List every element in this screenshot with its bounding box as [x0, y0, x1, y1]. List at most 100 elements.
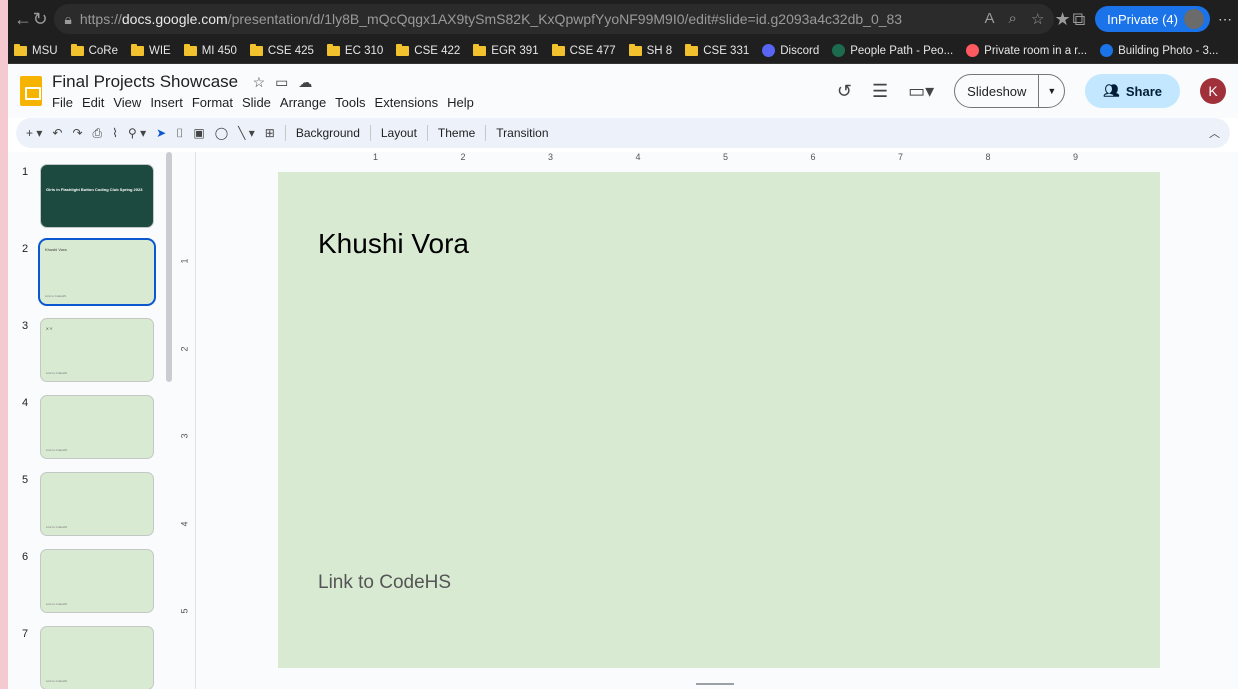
star-icon[interactable]: ☆: [253, 74, 266, 91]
chevron-up-icon[interactable]: ︿: [1209, 125, 1220, 141]
bookmark-item[interactable]: Discord: [762, 44, 819, 57]
slideshow-button[interactable]: Slideshow ▼: [954, 74, 1066, 108]
inprivate-badge[interactable]: InPrivate (4): [1095, 6, 1210, 32]
menu-tools[interactable]: Tools: [335, 95, 365, 110]
bookmark-item[interactable]: Building Photo - 3...: [1100, 44, 1218, 57]
history-icon[interactable]: ↺: [837, 81, 852, 102]
bookmark-item[interactable]: SH 8: [628, 43, 673, 57]
favorites-icon[interactable]: ★: [1054, 9, 1071, 30]
comment-add-icon[interactable]: ⊞: [265, 126, 275, 140]
slide-thumbnail-row[interactable]: 4 Link to CodeHS: [8, 395, 168, 461]
undo-icon[interactable]: ↶: [52, 126, 62, 140]
url-prefix: https://: [79, 11, 122, 27]
image-icon[interactable]: ▣: [193, 126, 204, 140]
layout-button[interactable]: Layout: [381, 126, 417, 140]
menu-extensions[interactable]: Extensions: [375, 95, 439, 110]
chevron-down-icon[interactable]: ▼: [1038, 75, 1064, 107]
cloud-status-icon[interactable]: ☁: [298, 74, 312, 91]
bookmark-item[interactable]: CoRe: [70, 43, 118, 57]
address-bar[interactable]: 🔒︎ https://docs.google.com/presentation/…: [54, 4, 1055, 34]
bookmark-item[interactable]: CSE 422: [396, 43, 460, 57]
slide-thumbnail[interactable]: Link to CodeHS: [40, 472, 154, 536]
menu-arrange[interactable]: Arrange: [280, 95, 326, 110]
slide-thumbnail-row[interactable]: 7 Link to CodeHS: [8, 626, 168, 689]
slide-thumbnail[interactable]: Girls in Flashlight Button Coding Club S…: [40, 164, 154, 228]
bookmark-label: CoRe: [88, 44, 118, 57]
bookmark-item[interactable]: CSE 331: [685, 43, 749, 57]
bookmark-item[interactable]: CSE 477: [551, 43, 616, 57]
meet-icon[interactable]: ▭▾: [908, 81, 934, 102]
background-button[interactable]: Background: [296, 126, 360, 140]
speaker-notes-handle[interactable]: [696, 683, 734, 685]
ruler-label: 6: [810, 152, 816, 162]
slide-number: 4: [22, 397, 29, 409]
bookmark-item[interactable]: Private room in a r...: [966, 44, 1087, 57]
slide-thumbnail-row[interactable]: 6 Link to CodeHS: [8, 549, 168, 615]
read-aloud-icon[interactable]: A: [985, 10, 995, 28]
toolbar-divider: [284, 125, 286, 141]
bookmark-item[interactable]: WIE: [130, 43, 171, 57]
slide-thumbnail[interactable]: Khushi Vora Link to CodeHS: [38, 238, 156, 306]
bookmark-label: EC 310: [344, 44, 384, 57]
share-button[interactable]: 👥︎ Share: [1085, 74, 1180, 108]
slide-thumbnail[interactable]: Link to CodeHS: [40, 549, 154, 613]
bookmark-item[interactable]: MI 450: [183, 43, 237, 57]
bookmark-item[interactable]: EGR 391: [473, 43, 539, 57]
move-folder-icon[interactable]: ▭: [275, 74, 288, 91]
slide-thumbnail[interactable]: X Y Link to CodeHS: [40, 318, 154, 382]
airbnb-icon: [966, 44, 980, 57]
zoom-icon[interactable]: ⌕: [1009, 10, 1017, 28]
slide-title[interactable]: Khushi Vora: [318, 228, 469, 260]
slide-link[interactable]: Link to CodeHS: [318, 572, 451, 594]
reload-icon[interactable]: ↻: [32, 9, 48, 30]
doc-title[interactable]: Final Projects Showcase: [52, 72, 238, 91]
bookmark-label: SH 8: [646, 44, 673, 57]
bookmark-item[interactable]: People Path - Peo...: [832, 44, 953, 57]
ruler-label: 9: [1073, 152, 1079, 162]
textbox-icon[interactable]: ⌷: [176, 126, 183, 141]
more-icon[interactable]: ⋯: [1218, 11, 1232, 28]
new-slide-icon[interactable]: + ▾: [26, 126, 42, 140]
redo-icon[interactable]: ↷: [72, 126, 82, 140]
zoom-icon[interactable]: ⚲ ▾: [128, 126, 146, 140]
favorite-icon[interactable]: ☆: [1031, 10, 1044, 28]
bookmark-item[interactable]: EC 310: [326, 43, 384, 57]
avatar[interactable]: K: [1200, 78, 1226, 104]
menu-view[interactable]: View: [113, 95, 141, 110]
ruler-label: 5: [723, 152, 729, 162]
menu-file[interactable]: File: [52, 95, 73, 110]
menu-insert[interactable]: Insert: [150, 95, 183, 110]
paint-format-icon[interactable]: ⌇: [112, 126, 118, 140]
bookmark-item[interactable]: CSE 425: [249, 43, 314, 57]
ruler-label: 4: [635, 152, 641, 162]
slide-thumbnail-row[interactable]: 2 Khushi Vora Link to CodeHS: [8, 238, 168, 307]
collections-icon[interactable]: ⧉: [1071, 9, 1087, 30]
lock-icon: 🔒︎: [64, 10, 72, 27]
slides-logo-icon[interactable]: [20, 76, 42, 106]
menu-format[interactable]: Format: [192, 95, 233, 110]
ruler-label: 1: [373, 152, 379, 162]
slide-canvas[interactable]: Khushi Vora Link to CodeHS: [278, 172, 1160, 668]
menu-slide[interactable]: Slide: [242, 95, 271, 110]
menu-help[interactable]: Help: [447, 95, 474, 110]
slide-thumbnail-row[interactable]: 3 X Y Link to CodeHS: [8, 318, 168, 384]
bookmark-item[interactable]: MSU: [14, 43, 58, 57]
bookmark-label: Building Photo - 3...: [1118, 44, 1219, 57]
select-icon[interactable]: ➤: [156, 126, 166, 140]
menu-edit[interactable]: Edit: [82, 95, 104, 110]
discord-icon: [762, 44, 776, 57]
ruler-label: 8: [985, 152, 991, 162]
line-icon[interactable]: ╲ ▾: [238, 126, 255, 140]
slide-thumbnail-row[interactable]: 1 Girls in Flashlight Button Coding Club …: [8, 164, 168, 230]
shape-icon[interactable]: ◯: [215, 126, 228, 140]
back-icon[interactable]: ←: [14, 9, 32, 30]
print-icon[interactable]: ⎙: [93, 126, 103, 141]
slide-thumbnail[interactable]: Link to CodeHS: [40, 395, 154, 459]
slide-thumbnail[interactable]: Link to CodeHS: [40, 626, 154, 689]
transition-button[interactable]: Transition: [496, 126, 548, 140]
slide-thumbnail-row[interactable]: 5 Link to CodeHS: [8, 472, 168, 538]
comments-icon[interactable]: ☰: [872, 81, 888, 102]
browser-window: ← ↻ 🔒︎ https://docs.google.com/presentat…: [8, 0, 1238, 689]
theme-button[interactable]: Theme: [438, 126, 475, 140]
thumbnail-link: Link to CodeHS: [46, 525, 68, 529]
